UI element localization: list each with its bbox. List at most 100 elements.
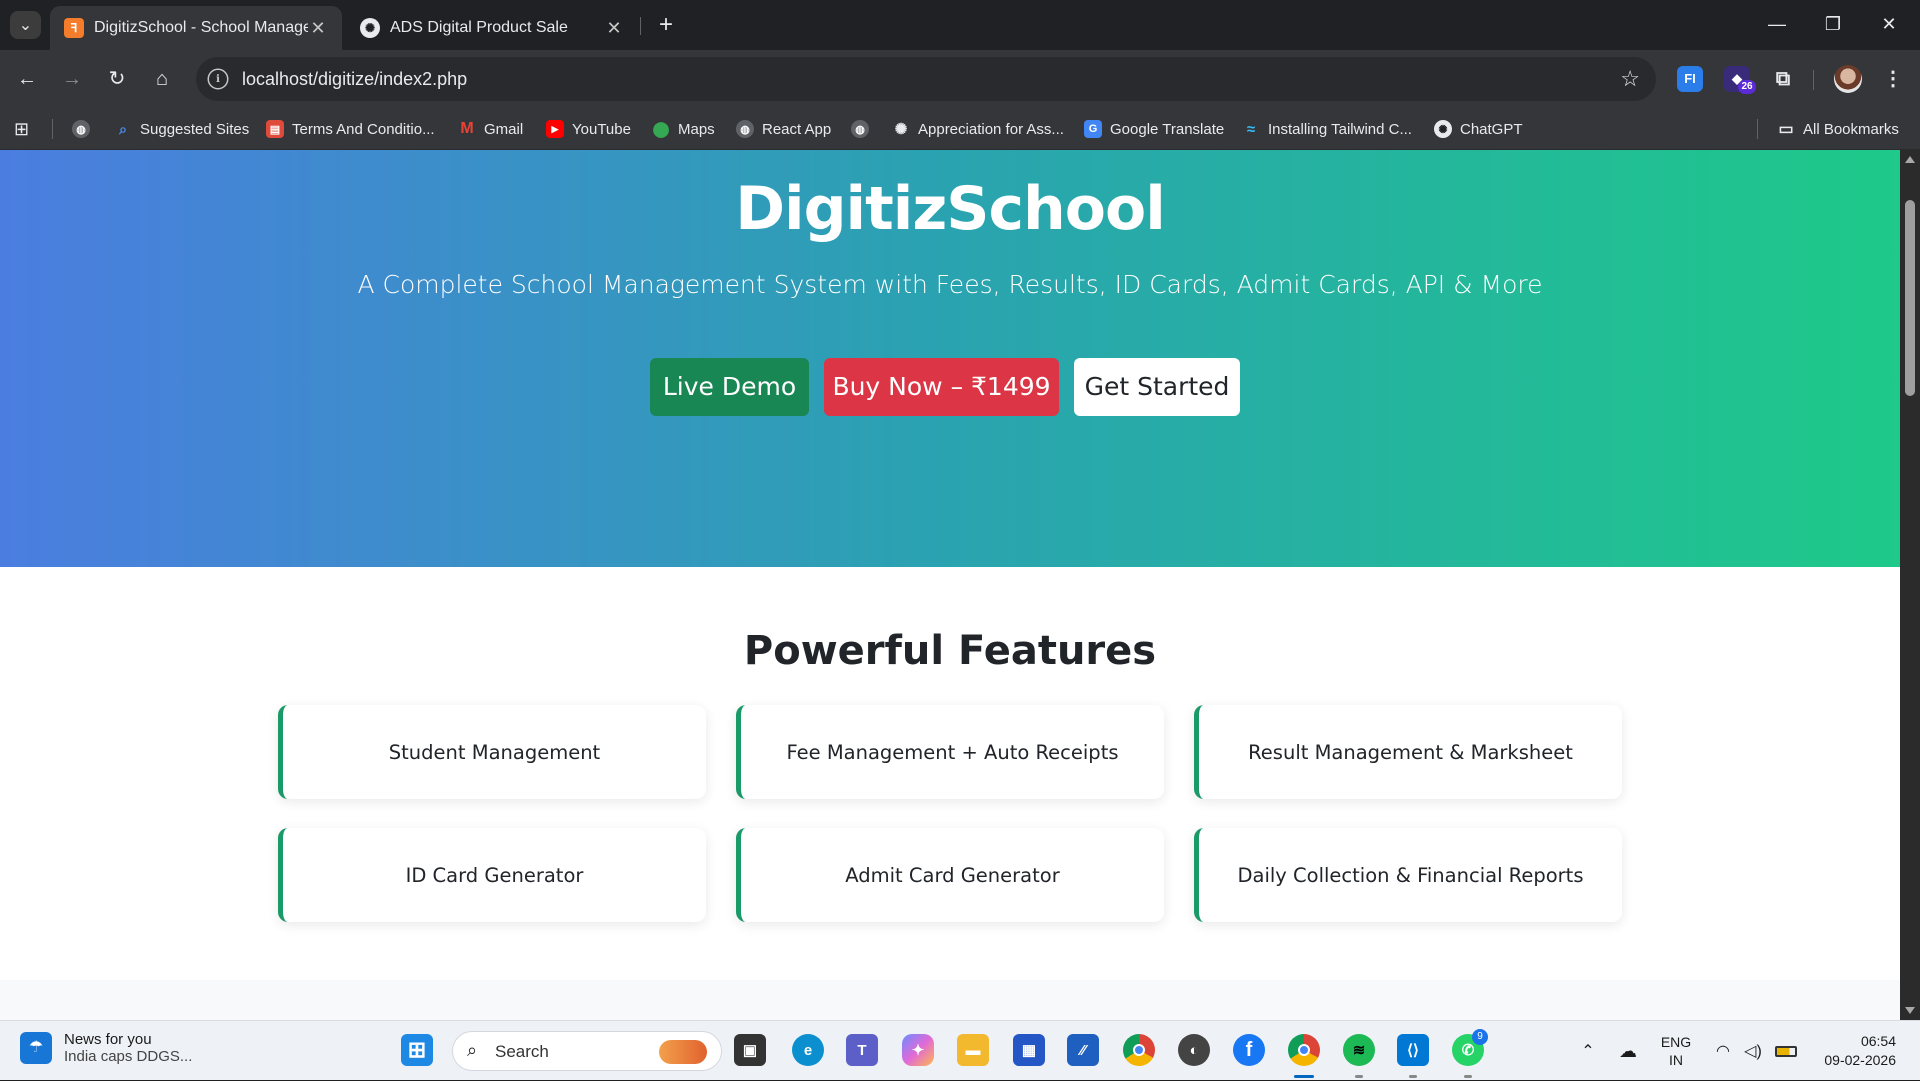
back-button[interactable]: ← xyxy=(10,62,44,96)
tab-active[interactable]: ꟻ DigitizSchool - School Management ✕ xyxy=(50,6,342,50)
new-tab-button[interactable]: + xyxy=(652,12,680,40)
arrow-right-icon: → xyxy=(62,68,82,90)
toolbar-divider xyxy=(1813,70,1814,90)
file-explorer-icon[interactable]: ▬ xyxy=(957,1034,989,1066)
feature-card: Student Management xyxy=(278,705,706,799)
site-info-icon[interactable]: i xyxy=(207,68,229,90)
store-icon[interactable]: ▦ xyxy=(1013,1034,1045,1066)
fi-extension-icon[interactable]: FI xyxy=(1677,66,1703,92)
scroll-thumb[interactable] xyxy=(1905,200,1915,396)
tab-search-button[interactable]: ⌄ xyxy=(10,11,41,39)
openai-icon: ✺ xyxy=(360,18,380,38)
openai-icon: ✺ xyxy=(1434,120,1452,138)
tab-title: ADS Digital Product Sale xyxy=(390,19,568,36)
bookmark-terms[interactable]: ▤ Terms And Conditio... xyxy=(266,118,435,140)
extensions-puzzle-icon[interactable]: ⧉ xyxy=(1770,66,1796,92)
home-icon: ⌂ xyxy=(155,68,169,90)
running-app-indicator xyxy=(1464,1075,1472,1078)
menu-kebab-icon[interactable]: ⋮ xyxy=(1880,66,1906,92)
bookmark-youtube[interactable]: ▶ YouTube xyxy=(546,118,631,140)
bookmarks-divider xyxy=(52,119,53,139)
tailwind-icon: ≈ xyxy=(1246,120,1256,138)
news-title: News for you xyxy=(64,1031,152,1048)
tab-divider xyxy=(640,17,641,35)
minimize-button[interactable]: — xyxy=(1754,8,1800,40)
volume-icon[interactable]: ◁) xyxy=(1740,1021,1766,1081)
bookmarks-bar: ⊞ ◍ ⌕ Suggested Sites ▤ Terms And Conditio… xyxy=(0,108,1920,150)
folder-icon: ▭ xyxy=(1778,121,1794,138)
bookmark-appreciation[interactable]: ✺ Appreciation for Ass... xyxy=(892,118,1064,140)
bookmark-suggested-sites[interactable]: ⌕ Suggested Sites xyxy=(114,118,249,140)
bookmark-chatgpt[interactable]: ✺ ChatGPT xyxy=(1434,118,1523,140)
forward-button[interactable]: → xyxy=(55,62,89,96)
profile-avatar[interactable] xyxy=(1834,65,1862,93)
globe-icon: ◍ xyxy=(72,120,90,138)
running-app-indicator xyxy=(1409,1075,1417,1078)
language-code: ENG xyxy=(1660,1034,1692,1050)
live-demo-button[interactable]: Live Demo xyxy=(650,358,809,416)
hero-section: DigitizSchool A Complete School Manageme… xyxy=(0,150,1900,567)
chevron-up-icon[interactable]: ⌃ xyxy=(1576,1021,1600,1081)
address-bar[interactable]: i localhost/digitize/index2.php ☆ xyxy=(196,57,1656,101)
feature-card: Daily Collection & Financial Reports xyxy=(1194,828,1622,922)
youtube-icon: ▶ xyxy=(546,120,564,138)
language-indicator[interactable]: ENG IN xyxy=(1658,1021,1694,1081)
feature-card: ID Card Generator xyxy=(278,828,706,922)
bookmark-globe[interactable]: ◍ xyxy=(72,118,98,140)
facebook-icon[interactable]: f xyxy=(1233,1034,1265,1066)
vscode-insiders-icon[interactable]: ⁄⁄ xyxy=(1067,1034,1099,1066)
battery-icon[interactable] xyxy=(1772,1021,1800,1081)
bookmarks-divider xyxy=(1757,119,1758,139)
scroll-up-icon[interactable] xyxy=(1905,156,1915,163)
teams-icon[interactable]: T xyxy=(846,1034,878,1066)
edge-icon[interactable]: e xyxy=(792,1034,824,1066)
features-title: Powerful Features xyxy=(743,628,1157,674)
scroll-down-icon[interactable] xyxy=(1905,1007,1915,1014)
bookmark-tailwind[interactable]: ≈ Installing Tailwind C... xyxy=(1242,118,1412,140)
close-window-button[interactable]: ✕ xyxy=(1866,8,1912,40)
all-bookmarks[interactable]: ▭ All Bookmarks xyxy=(1777,118,1898,140)
ai-extension-icon[interactable]: ◆ 26 xyxy=(1724,66,1756,94)
chrome-profile-icon[interactable] xyxy=(1288,1034,1320,1066)
bookmark-maps[interactable]: ⬤ Maps xyxy=(652,118,715,140)
active-app-indicator xyxy=(1294,1075,1314,1078)
clock[interactable]: 06:54 09-02-2026 xyxy=(1812,1021,1896,1081)
search-icon: ⌕ xyxy=(467,1040,478,1060)
task-view-icon[interactable]: ▣ xyxy=(734,1034,766,1066)
restore-button[interactable]: ❐ xyxy=(1810,8,1856,40)
wifi-icon[interactable]: ◠ xyxy=(1710,1021,1736,1081)
bookmark-gmail[interactable]: M Gmail xyxy=(458,118,523,140)
home-button[interactable]: ⌂ xyxy=(145,62,179,96)
openai-icon: ✺ xyxy=(894,121,908,138)
tab-strip: ⌄ ꟻ DigitizSchool - School Management ✕ … xyxy=(0,0,1920,50)
apps-grid-icon[interactable]: ⊞ xyxy=(14,118,29,140)
reload-button[interactable]: ↻ xyxy=(100,62,134,96)
feature-card: Result Management & Marksheet xyxy=(1194,705,1622,799)
close-icon[interactable]: ✕ xyxy=(308,18,328,39)
copilot-icon[interactable]: ✦ xyxy=(902,1034,934,1066)
bookmark-star-icon[interactable]: ☆ xyxy=(1620,66,1640,92)
clock-time: 06:54 xyxy=(1860,1033,1896,1049)
get-started-button[interactable]: Get Started xyxy=(1074,358,1240,416)
bookmark-google-translate[interactable]: G Google Translate xyxy=(1084,118,1224,140)
search-highlight-icon xyxy=(659,1040,707,1064)
taskbar-search[interactable]: ⌕ Search xyxy=(452,1031,722,1071)
media-icon[interactable]: ◐ xyxy=(1178,1034,1210,1066)
region-code: IN xyxy=(1669,1052,1683,1068)
bookmark-react-app[interactable]: ◍ React App xyxy=(736,118,831,140)
spotify-icon[interactable]: ≋ xyxy=(1343,1034,1375,1066)
onedrive-icon[interactable]: ☁ xyxy=(1614,1021,1642,1081)
chrome-icon[interactable] xyxy=(1123,1034,1155,1066)
tab-inactive[interactable]: ✺ ADS Digital Product Sale ✕ xyxy=(346,6,638,50)
start-icon[interactable]: ⊞ xyxy=(401,1034,433,1066)
bookmark-globe-2[interactable]: ◍ xyxy=(851,118,877,140)
whatsapp-badge: 9 xyxy=(1472,1029,1488,1045)
buy-now-button[interactable]: Buy Now – ₹1499 xyxy=(824,358,1059,416)
page-scrollbar[interactable] xyxy=(1900,150,1920,1020)
url-text[interactable]: localhost/digitize/index2.php xyxy=(242,69,467,90)
close-icon[interactable]: ✕ xyxy=(604,18,624,39)
vscode-icon[interactable]: ⟨⟩ xyxy=(1397,1034,1429,1066)
maps-icon: ⬤ xyxy=(652,121,670,138)
search-icon: ⌕ xyxy=(119,120,127,137)
news-widget[interactable]: ☂ News for you India caps DDGS... xyxy=(20,1031,192,1065)
